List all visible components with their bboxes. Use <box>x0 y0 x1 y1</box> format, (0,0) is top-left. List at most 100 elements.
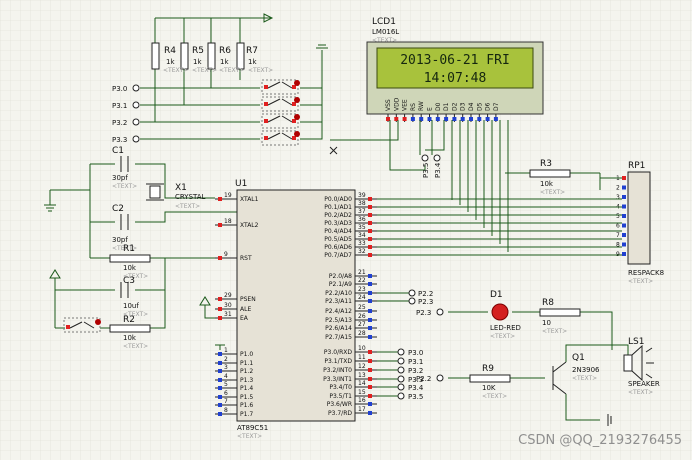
resistor-r1[interactable] <box>109 254 151 263</box>
p3-terminal-label: P3.1 <box>408 358 423 366</box>
mcu-left-marker <box>218 403 222 407</box>
lcd-pin-marker <box>435 117 440 121</box>
led-model: LED-RED <box>490 324 521 332</box>
r6-value: 1k <box>220 58 229 66</box>
mcu-left-pin-name: RST <box>240 255 252 262</box>
p3-terminal[interactable] <box>397 357 405 365</box>
mcu-right-pin-number: 36 <box>358 216 366 223</box>
p3-terminal[interactable] <box>397 383 405 391</box>
p3-terminal[interactable] <box>397 348 405 356</box>
lcd-pin-label: VSS <box>385 99 392 111</box>
mcu-right-pin-number: 27 <box>358 321 366 328</box>
mcu-right-pin-name: P3.3/INT1 <box>323 376 352 383</box>
mcu-left-marker <box>218 395 222 399</box>
resistor-r5[interactable] <box>180 42 189 70</box>
lcd-pin-label: D3 <box>460 102 467 111</box>
mcu-left-pin-name: XTAL1 <box>240 196 259 203</box>
mcu-left-pin-number: 1 <box>224 347 228 354</box>
q1-text-tag: <TEXT> <box>572 375 597 382</box>
ls1-ref: LS1 <box>628 337 644 347</box>
mcu-u1[interactable]: U1 AT89C51 <TEXT> 19XTAL118XTAL29RST29PS… <box>215 179 377 440</box>
x1-value: CRYSTAL <box>175 193 206 201</box>
rp1-model: RESPACK8 <box>628 269 664 277</box>
mcu-right-marker <box>368 253 372 257</box>
lcd-pin-marker <box>402 117 407 121</box>
mcu-right-pin-number: 24 <box>358 294 366 301</box>
mcu-right-pin-name: P0.1/AD1 <box>324 204 352 211</box>
r6-text-tag: <TEXT> <box>219 67 244 74</box>
mcu-ref: U1 <box>235 179 247 189</box>
rp1-pin-marker <box>622 176 626 180</box>
mcu-left-pin-number: 19 <box>224 192 232 199</box>
terminal-p31[interactable] <box>132 101 140 109</box>
r9-port: P2.2 <box>416 375 431 383</box>
mcu-left-pin-name: P1.0 <box>240 351 253 358</box>
mcu-right-pin-name: P2.4/A12 <box>325 308 352 315</box>
lcd-pin-marker <box>386 117 390 121</box>
mcu-left-pin-number: 8 <box>224 407 228 414</box>
r7-value: 1k <box>248 58 257 66</box>
lcd-ref: LCD1 <box>372 17 396 27</box>
r8-value: 10 <box>542 319 551 327</box>
resistor-r4[interactable] <box>151 42 160 70</box>
x1-ref: X1 <box>175 183 187 193</box>
mcu-right-pin-name: P2.0/A8 <box>329 273 352 280</box>
x1-text-tag: <TEXT> <box>175 203 200 210</box>
mcu-right-marker <box>368 282 372 286</box>
resistor-r7[interactable] <box>236 42 245 70</box>
mcu-model: AT89C51 <box>237 424 268 432</box>
lcd-pin-marker <box>477 117 482 121</box>
port-label-p32: P3.2 <box>112 119 127 127</box>
mcu-left-pin-name: XTAL2 <box>240 222 259 229</box>
mcu-right-pin-number: 21 <box>358 269 366 276</box>
terminal-p33[interactable] <box>132 135 140 143</box>
mcu-right-pin-name: P2.2/A10 <box>325 290 352 297</box>
mcu-right-pin-number: 33 <box>358 240 366 247</box>
p3-terminal[interactable] <box>397 366 405 374</box>
p3-terminal[interactable] <box>397 392 405 400</box>
mcu-right-marker <box>368 411 372 415</box>
r9-ref: R9 <box>482 364 494 374</box>
lcd-pin-label: D1 <box>443 102 450 111</box>
resistor-r6[interactable] <box>207 42 216 70</box>
p3-terminal-label: P3.0 <box>408 349 423 357</box>
mcu-left-pin-number: 18 <box>224 218 232 225</box>
c1-text-tag: <TEXT> <box>112 183 137 190</box>
schematic-canvas: R4 R5 R6 R7 1k 1k 1k 1k <TEXT> <TEXT> <T… <box>0 0 692 460</box>
terminal-p23[interactable] <box>408 297 416 305</box>
mcu-right-pin-name: P0.7/AD7 <box>324 252 352 259</box>
mcu-left-pin-name: P1.2 <box>240 368 253 375</box>
mcu-left-pin-number: 31 <box>224 311 232 318</box>
lcd-pin-marker <box>469 117 473 121</box>
mcu-right-pin-number: 22 <box>358 277 366 284</box>
rp1-pin-marker <box>622 223 626 228</box>
terminal-p22[interactable] <box>408 289 416 297</box>
terminal-p35[interactable] <box>421 154 429 162</box>
p3-terminal[interactable] <box>397 375 405 383</box>
mcu-right-pin-number: 23 <box>358 286 366 293</box>
mcu-right-pin-number: 34 <box>358 232 366 239</box>
c2-ref: C2 <box>112 204 124 214</box>
terminal-p34[interactable] <box>433 154 441 162</box>
rp1-pin-marker <box>622 195 626 199</box>
r2-text-tag: <TEXT> <box>123 343 148 350</box>
resistor-r2[interactable] <box>109 324 151 333</box>
mcu-right-pin-name: P0.3/AD3 <box>324 220 352 227</box>
r2-value: 10k <box>123 334 137 342</box>
terminal-p30[interactable] <box>132 84 140 92</box>
lcd-pin-marker <box>427 117 432 121</box>
mcu-left-pin-number: 9 <box>224 251 228 258</box>
p3-terminal-label: P3.2 <box>408 367 423 375</box>
lcd-pin-marker <box>410 117 415 121</box>
rp1-pin-marker <box>622 233 626 237</box>
terminal-p32[interactable] <box>132 118 140 126</box>
lcd-pin-marker <box>444 117 449 121</box>
mcu-right-pin-number: 37 <box>358 208 366 215</box>
mcu-left-marker <box>218 369 222 373</box>
lcd-pin-marker <box>452 117 457 121</box>
mcu-right-pin-number: 38 <box>358 200 366 207</box>
mcu-right-marker <box>368 213 372 217</box>
mcu-left-marker <box>218 316 222 320</box>
mcu-right-marker <box>368 291 372 295</box>
mcu-right-marker <box>368 299 372 303</box>
